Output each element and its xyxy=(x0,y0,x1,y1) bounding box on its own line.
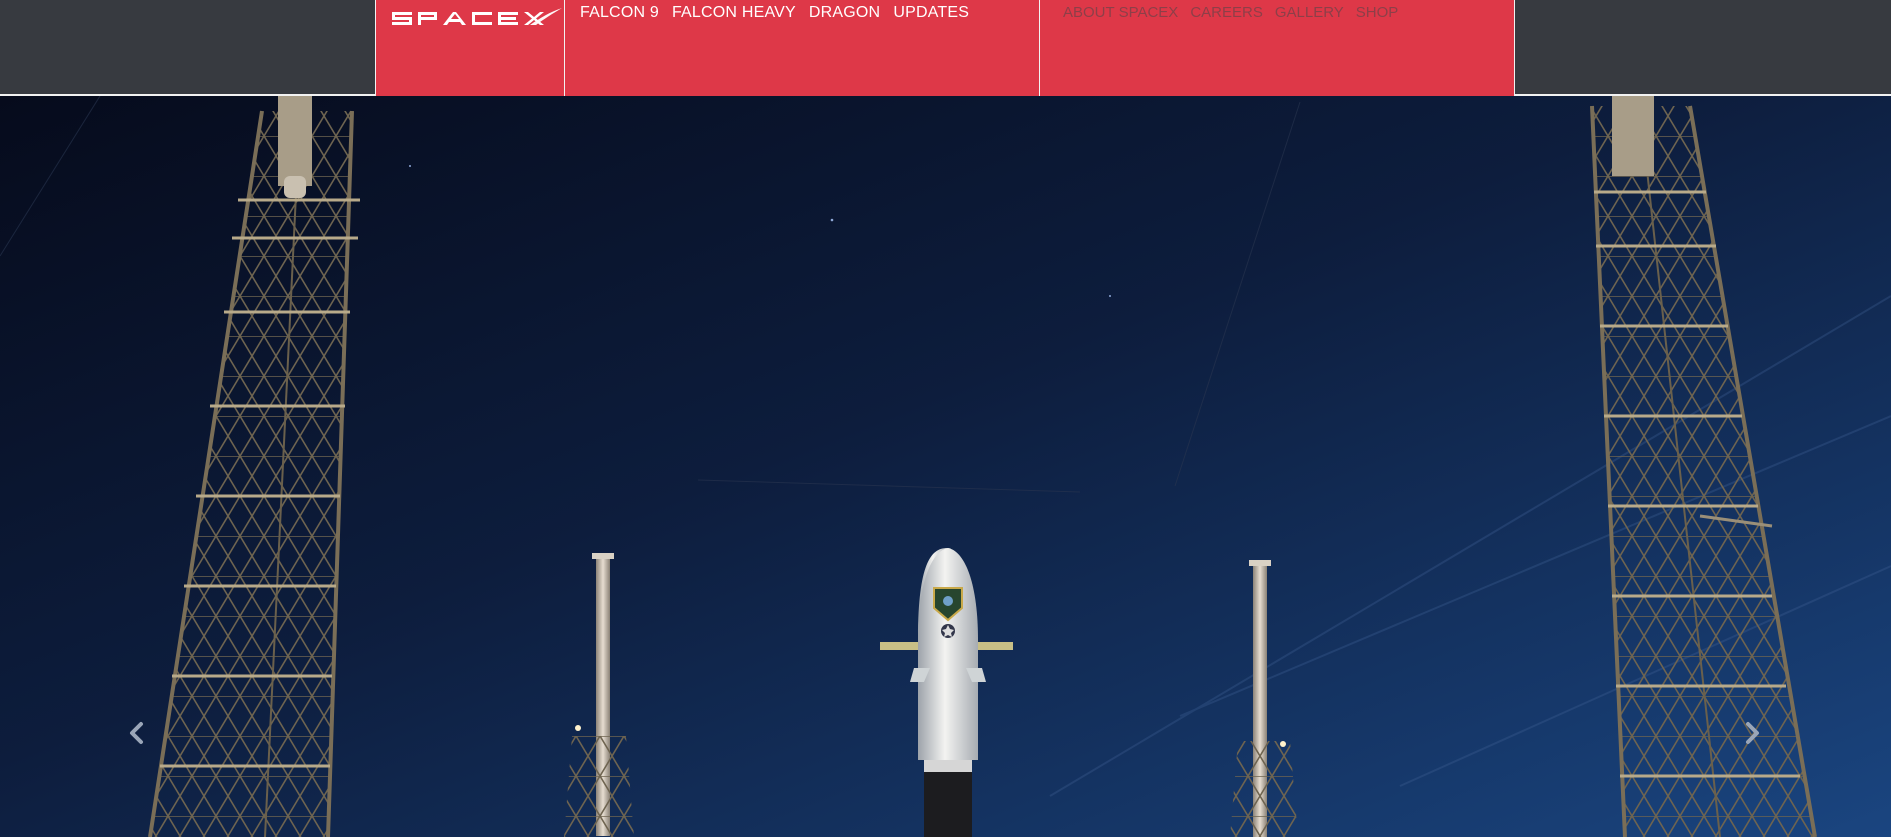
nav-about-spacex[interactable]: ABOUT SPACEX xyxy=(1063,2,1178,24)
chevron-right-icon xyxy=(1746,722,1759,744)
nav-shop[interactable]: SHOP xyxy=(1356,2,1399,24)
spacex-logo[interactable] xyxy=(390,4,565,30)
hero-carousel xyxy=(0,96,1891,837)
nav-gallery[interactable]: GALLERY xyxy=(1275,2,1344,24)
nav-falcon-heavy[interactable]: FALCON HEAVY xyxy=(672,2,796,24)
nav-falcon-9[interactable]: FALCON 9 xyxy=(580,2,659,24)
spacex-logo-icon xyxy=(392,8,562,25)
primary-nav: FALCON 9 FALCON HEAVY DRAGON UPDATES xyxy=(580,2,969,24)
carousel-next-button[interactable] xyxy=(1737,718,1767,748)
site-header: FALCON 9 FALCON HEAVY DRAGON UPDATES ABO… xyxy=(0,0,1891,96)
chevron-left-icon xyxy=(130,722,143,744)
secondary-nav: ABOUT SPACEX CAREERS GALLERY SHOP xyxy=(1063,2,1398,24)
carousel-prev-button[interactable] xyxy=(122,718,152,748)
nav-divider xyxy=(1039,0,1040,96)
hero-image xyxy=(0,96,1891,837)
nav-dragon[interactable]: DRAGON xyxy=(809,2,880,24)
nav-careers[interactable]: CAREERS xyxy=(1190,2,1263,24)
nav-updates[interactable]: UPDATES xyxy=(893,2,969,24)
